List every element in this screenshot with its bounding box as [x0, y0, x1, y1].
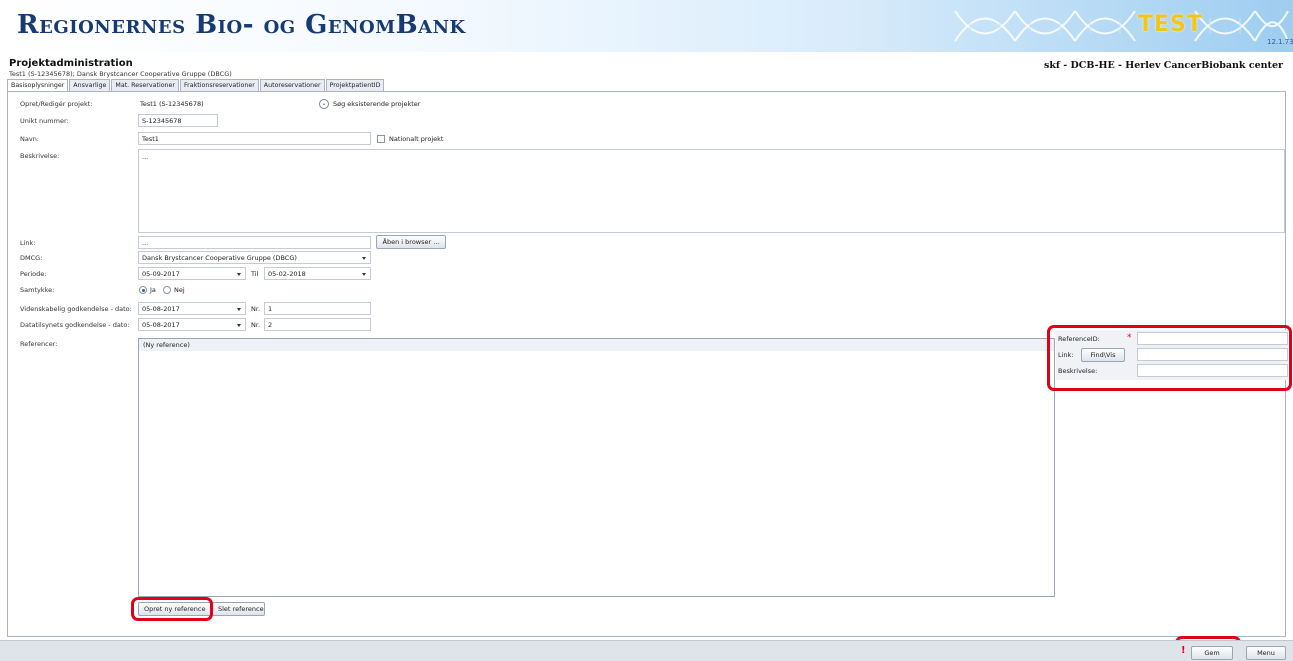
nationalt-label: Nationalt projekt — [389, 135, 444, 143]
user-info: skf - DCB-HE - Herlev CancerBiobank cent… — [1043, 60, 1283, 71]
datatilsynet-date[interactable]: 05-08-2017 — [138, 318, 246, 331]
reference-link-field[interactable] — [1137, 348, 1288, 361]
vid-nr-label: Nr. — [251, 305, 261, 313]
dmcg-select[interactable]: Dansk Brystcancer Cooperative Gruppe (DB… — [138, 251, 371, 264]
version-label: 12.1.73 — [1267, 38, 1293, 46]
periode-label: Periode: — [20, 270, 47, 278]
samtykke-ja-radio[interactable] — [139, 286, 147, 294]
reference-link-label: Link: — [1058, 351, 1074, 359]
reference-detail-panel: ReferenceID: * Link: Find\Vis Beskrivels… — [1056, 330, 1288, 380]
til-label: Til — [251, 270, 259, 278]
save-button[interactable]: Gem — [1191, 646, 1233, 660]
navn-label: Navn: — [20, 135, 40, 143]
nej-label: Nej — [174, 286, 185, 294]
datatilsynet-nr-field[interactable]: 2 — [264, 318, 371, 331]
tab-ansvarlige[interactable]: Ansvarlige — [69, 79, 111, 91]
tab-basisoplysninger[interactable]: Basisoplysninger — [7, 79, 69, 91]
create-reference-button[interactable]: Opret ny reference — [138, 602, 211, 616]
data-nr-label: Nr. — [251, 321, 261, 329]
periode-to-date[interactable]: 05-02-2018 — [264, 267, 371, 280]
reference-description-field[interactable] — [1137, 364, 1288, 377]
references-list[interactable]: (Ny reference) — [138, 338, 1055, 597]
menu-button[interactable]: Menu — [1246, 646, 1286, 660]
nationalt-checkbox[interactable] — [377, 135, 385, 143]
project-subtitle: Test1 (S-12345678); Dansk Brystcancer Co… — [9, 70, 232, 78]
tab-autoreservationer[interactable]: Autoreservationer — [259, 79, 325, 91]
unikt-nummer-field[interactable]: S-12345678 — [138, 114, 218, 127]
beskrivelse-label: Beskrivelse: — [20, 152, 60, 160]
tab-bar: Basisoplysninger Ansvarlige Mat. Reserva… — [7, 79, 385, 91]
list-item[interactable]: (Ny reference) — [139, 339, 1054, 351]
required-marker: * — [1127, 333, 1132, 343]
find-vis-button[interactable]: Find\Vis — [1081, 348, 1125, 362]
warning-icon: ! — [1181, 645, 1186, 656]
samtykke-nej-radio[interactable] — [163, 286, 171, 294]
app-banner: Regionernes Bio- og GenomBank TEST 12.1.… — [0, 0, 1293, 52]
reference-desc-label: Beskrivelse: — [1058, 367, 1098, 375]
test-environment-label: TEST — [1138, 12, 1203, 37]
ja-label: Ja — [150, 286, 156, 294]
dna-helix-decoration — [954, 10, 1289, 42]
videnskabelig-label: Videnskabelig godkendelse - dato: — [20, 305, 132, 313]
basisoplysninger-panel: Opret/Redigér projekt: Test1 (S-12345678… — [7, 91, 1288, 637]
tab-fraktionsreservationer[interactable]: Fraktionsreservationer — [180, 79, 259, 91]
periode-from-date[interactable]: 05-09-2017 — [138, 267, 246, 280]
opret-label: Opret/Redigér projekt: — [20, 100, 93, 108]
samtykke-label: Samtykke: — [20, 286, 55, 294]
videnskabelig-date[interactable]: 05-08-2017 — [138, 302, 246, 315]
unikt-label: Unikt nummer: — [20, 117, 69, 125]
link-field[interactable]: ... — [138, 236, 371, 249]
open-in-browser-button[interactable]: Åben i browser ... — [376, 235, 446, 249]
app-title: Regionernes Bio- og GenomBank — [17, 10, 466, 40]
delete-reference-button[interactable]: Slet reference — [212, 602, 265, 616]
tab-mat-reservationer[interactable]: Mat. Reservationer — [111, 79, 180, 91]
navn-field[interactable]: Test1 — [138, 132, 371, 145]
opret-value: Test1 (S-12345678) — [140, 100, 204, 108]
referencer-label: Referencer: — [20, 340, 58, 348]
link-label: Link: — [20, 239, 36, 247]
chevron-down-icon[interactable]: ⌄ — [319, 99, 329, 109]
page-title: Projektadministration — [9, 58, 133, 69]
videnskabelig-nr-field[interactable]: 1 — [264, 302, 371, 315]
footer-bar — [0, 640, 1293, 661]
tab-projektpatientid[interactable]: ProjektpatientID — [325, 79, 385, 91]
beskrivelse-textarea[interactable]: ... — [138, 149, 1285, 233]
reference-id-label: ReferenceID: — [1058, 335, 1100, 343]
datatilsynet-label: Datatilsynets godkendelse - dato: — [20, 321, 130, 329]
search-projects-link[interactable]: Søg eksisterende projekter — [333, 100, 420, 108]
dmcg-label: DMCG: — [20, 254, 43, 262]
reference-id-field[interactable] — [1137, 332, 1288, 345]
